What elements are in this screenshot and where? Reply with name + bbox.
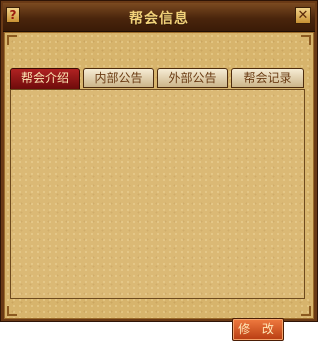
window-title: 帮会信息 — [129, 11, 189, 27]
title-bar[interactable]: ? 帮会信息 ✕ — [3, 3, 315, 32]
tab-label: 外部公告 — [168, 71, 217, 85]
close-button[interactable]: ✕ — [295, 7, 311, 24]
guild-intro-text-area[interactable] — [10, 89, 305, 299]
tab-guild-log[interactable]: 帮会记录 — [231, 68, 304, 88]
modify-button[interactable]: 修 改 — [232, 318, 284, 341]
corner-ornament — [301, 35, 311, 45]
tab-label: 帮会记录 — [243, 71, 292, 85]
tab-internal-notice[interactable]: 内部公告 — [83, 68, 154, 88]
tab-label: 帮会介绍 — [20, 71, 69, 85]
guild-info-window: ? 帮会信息 ✕ 帮会介绍 内部公告 外部公告 帮会记录 修 改 — [0, 0, 318, 341]
corner-ornament — [7, 306, 17, 316]
corner-ornament — [301, 306, 311, 316]
tab-guild-intro[interactable]: 帮会介绍 — [10, 68, 80, 90]
content-panel: 帮会介绍 内部公告 外部公告 帮会记录 修 改 — [4, 32, 314, 341]
corner-ornament — [7, 35, 17, 45]
tab-external-notice[interactable]: 外部公告 — [157, 68, 228, 88]
tab-label: 内部公告 — [94, 71, 143, 85]
close-icon: ✕ — [297, 8, 309, 23]
